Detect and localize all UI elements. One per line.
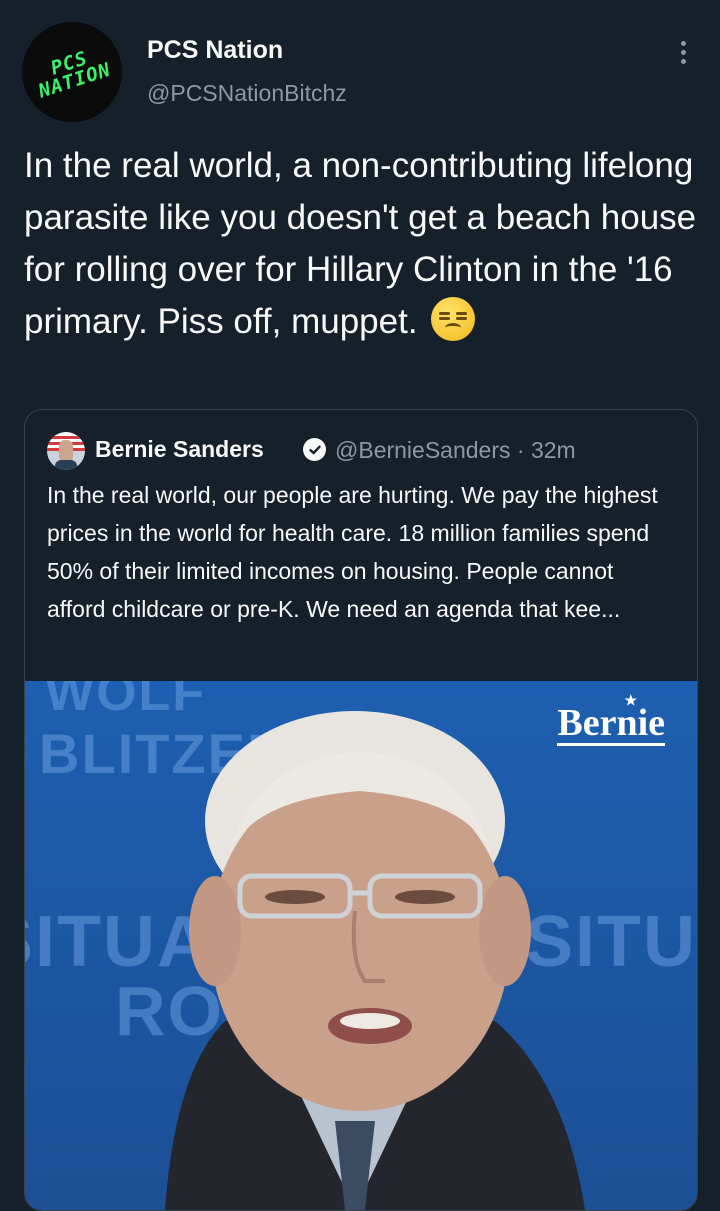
- quoted-tweet[interactable]: Bernie Sanders @BernieSanders · 32m In t…: [24, 409, 698, 1211]
- bernie-campaign-logo: ★ Bernie: [557, 694, 665, 746]
- avatar-logo-text: PCS NATION: [35, 47, 114, 103]
- tweet-body: In the real world, a non-contributing li…: [24, 140, 704, 348]
- more-dot-icon: [680, 49, 686, 55]
- quoted-tweet-text: In the real world, our people are hurtin…: [47, 482, 658, 622]
- speaker-figure: [165, 711, 585, 1210]
- author-avatar[interactable]: PCS NATION: [22, 22, 122, 122]
- tweet-text: In the real world, a non-contributing li…: [24, 146, 697, 341]
- more-options-button[interactable]: [668, 34, 698, 70]
- quoted-handle-time: @BernieSanders · 32m: [335, 437, 576, 463]
- author-handle[interactable]: @PCSNationBitchz: [147, 80, 347, 107]
- quoted-author-avatar: [47, 432, 85, 470]
- author-display-name[interactable]: PCS Nation: [147, 36, 283, 65]
- quoted-author-name: Bernie Sanders: [95, 436, 264, 462]
- more-dot-icon: [680, 40, 686, 46]
- unamused-face-icon: [431, 297, 476, 341]
- quoted-tweet-video[interactable]: WOLF BLITZER SITUATION ROOM SITUATION ★ …: [25, 681, 697, 1210]
- verified-badge-icon: [303, 438, 326, 461]
- more-dot-icon: [680, 58, 686, 64]
- bernie-logo-text: Bernie: [557, 702, 665, 744]
